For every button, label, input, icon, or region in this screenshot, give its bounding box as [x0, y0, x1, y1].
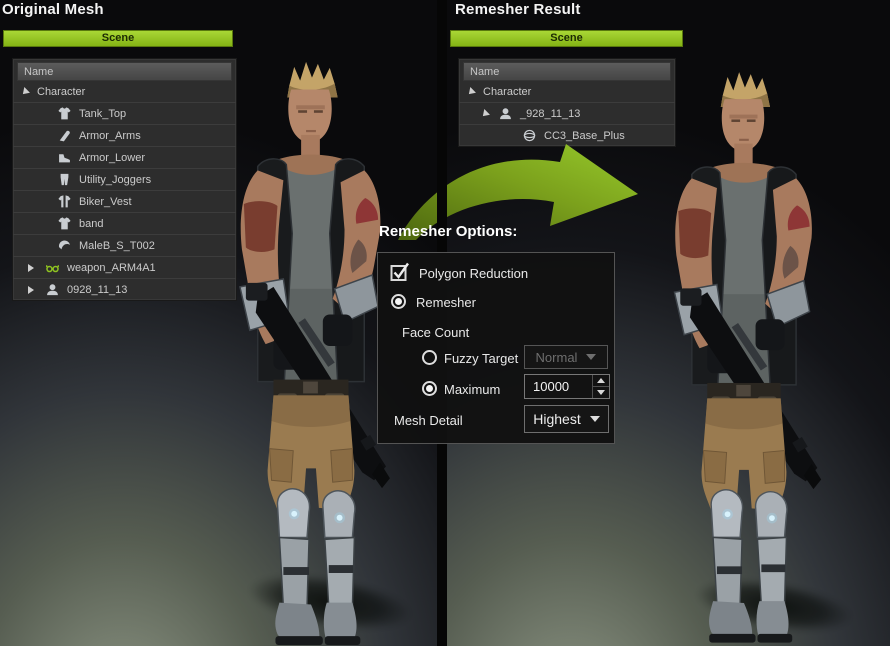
maximum-label[interactable]: Maximum	[444, 382, 500, 397]
tree-item-label: Biker_Vest	[79, 196, 132, 208]
tree-item-label: Armor_Lower	[79, 152, 145, 164]
sleeve-icon	[58, 129, 71, 142]
collapsed-triangle-icon[interactable]	[28, 264, 34, 272]
chevron-down-icon	[590, 416, 600, 422]
shirt-icon	[58, 107, 71, 120]
spinner-up-button[interactable]	[593, 375, 609, 386]
expanded-triangle-icon[interactable]	[480, 109, 490, 119]
hair-icon	[58, 239, 71, 252]
remesher-options-dialog: Polygon Reduction Remesher Face Count Fu…	[377, 252, 615, 444]
fuzzy-target-label[interactable]: Fuzzy Target	[444, 351, 518, 366]
fuzzy-target-dropdown[interactable]: Normal	[524, 345, 608, 369]
avatar-icon	[46, 283, 59, 296]
mesh-detail-label: Mesh Detail	[394, 413, 463, 428]
remesher-radio[interactable]	[391, 294, 406, 309]
original-mesh-title: Original Mesh	[2, 1, 104, 18]
collapsed-triangle-icon[interactable]	[28, 286, 34, 294]
face-count-label: Face Count	[402, 325, 469, 340]
tree-item-label: Armor_Arms	[79, 130, 141, 142]
shoe-icon	[58, 151, 71, 164]
chevron-down-icon	[586, 354, 596, 360]
mesh-detail-dropdown[interactable]: Highest	[524, 405, 609, 433]
pants-icon	[58, 173, 71, 186]
tree-item-label: band	[79, 218, 103, 230]
polygon-reduction-checkbox[interactable]	[390, 262, 410, 282]
remesher-label[interactable]: Remesher	[416, 295, 476, 310]
maximum-radio[interactable]	[422, 381, 437, 396]
expanded-triangle-icon[interactable]	[466, 87, 476, 97]
accessory-icon	[46, 261, 59, 274]
tree-item-label: Tank_Top	[79, 108, 126, 120]
tree-item-label: Character	[483, 86, 531, 98]
maximum-spinner[interactable]: 10000	[524, 374, 610, 399]
tree-item-label: weapon_ARM4A1	[67, 262, 156, 274]
tree-item-label: MaleB_S_T002	[79, 240, 155, 252]
mesh-icon	[523, 129, 536, 142]
vest-icon	[58, 195, 71, 208]
spinner-down-button[interactable]	[593, 386, 609, 398]
scene-panel-header[interactable]: Scene	[3, 30, 233, 47]
character-render-remeshed	[632, 62, 854, 646]
tree-item-label: 0928_11_13	[67, 284, 127, 296]
polygon-reduction-label[interactable]: Polygon Reduction	[419, 266, 528, 281]
maximum-value[interactable]: 10000	[525, 375, 592, 398]
tree-item-label: CC3_Base_Plus	[544, 130, 625, 142]
fuzzy-target-value: Normal	[536, 350, 578, 365]
mesh-detail-value: Highest	[533, 411, 580, 427]
tree-item-label: Character	[37, 86, 85, 98]
tree-item-label: Utility_Joggers	[79, 174, 151, 186]
fuzzy-target-radio[interactable]	[422, 350, 437, 365]
avatar-icon	[499, 107, 512, 120]
shirt-icon	[58, 217, 71, 230]
scene-panel-header[interactable]: Scene	[450, 30, 683, 47]
expanded-triangle-icon[interactable]	[20, 87, 30, 97]
tree-item-label: _928_11_13	[520, 108, 580, 120]
remesher-result-title: Remesher Result	[455, 1, 581, 18]
remesher-options-title: Remesher Options:	[379, 223, 517, 240]
app-screenshot: Original Mesh Remesher Result Scene Name…	[0, 0, 890, 646]
